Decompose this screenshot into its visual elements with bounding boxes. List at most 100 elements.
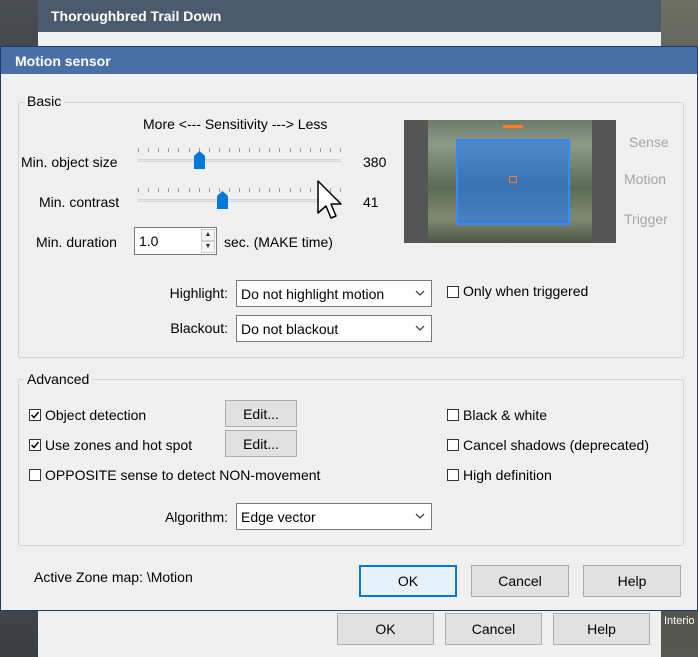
- min-duration-input[interactable]: [139, 231, 195, 251]
- use-zones-label: Use zones and hot spot: [45, 437, 193, 453]
- slider-tick: [300, 188, 301, 192]
- back-ok-button[interactable]: OK: [337, 613, 434, 645]
- slider-tick: [279, 188, 280, 192]
- algorithm-value: Edge vector: [241, 509, 316, 525]
- object-detection-checkbox[interactable]: [29, 409, 41, 421]
- chevron-down-icon: [415, 513, 425, 519]
- background-camera-label: Interio: [664, 615, 695, 627]
- motion-indicator: Motion: [624, 171, 667, 187]
- slider-tick: [189, 148, 190, 152]
- min-object-size-value: 380: [363, 154, 387, 170]
- min-object-size-label: Min. object size: [21, 154, 118, 170]
- chevron-down-icon: [415, 325, 425, 331]
- slider-thumb[interactable]: [194, 151, 205, 169]
- slider-tick: [290, 188, 291, 192]
- checkmark-icon: [30, 441, 40, 449]
- slider-tick: [279, 148, 280, 152]
- back-help-button[interactable]: Help: [553, 613, 650, 645]
- algorithm-label: Algorithm:: [164, 509, 228, 525]
- slider-thumb[interactable]: [217, 191, 228, 209]
- slider-tick: [168, 188, 169, 192]
- high-definition-checkbox[interactable]: [447, 469, 459, 481]
- camera-preview: [404, 120, 616, 243]
- object-detection-edit-button[interactable]: Edit...: [225, 400, 297, 427]
- slider-tick: [269, 188, 270, 192]
- slider-tick: [148, 148, 149, 152]
- use-zones-edit-button[interactable]: Edit...: [225, 430, 297, 457]
- slider-tick: [259, 148, 260, 152]
- object-detection-label: Object detection: [45, 407, 147, 423]
- slider-tick: [168, 148, 169, 152]
- slider-tick: [320, 148, 321, 152]
- help-button[interactable]: Help: [583, 565, 681, 597]
- advanced-legend: Advanced: [24, 371, 93, 387]
- only-when-triggered-checkbox[interactable]: [447, 286, 459, 298]
- slider-tick: [138, 188, 139, 192]
- cancel-shadows-label: Cancel shadows (deprecated): [463, 437, 649, 453]
- min-object-size-slider[interactable]: [138, 148, 341, 174]
- slider-tick: [300, 148, 301, 152]
- slider-tick: [239, 148, 240, 152]
- blackout-value: Do not blackout: [241, 321, 339, 337]
- slider-tick: [148, 188, 149, 192]
- highlight-label: Highlight:: [169, 285, 228, 301]
- back-window-titlebar: Thoroughbred Trail Down: [38, 0, 661, 32]
- dialog-title: Motion sensor: [15, 53, 111, 69]
- blackout-label: Blackout:: [170, 320, 228, 336]
- cancel-shadows-checkbox[interactable]: [447, 439, 459, 451]
- slider-tick: [138, 148, 139, 152]
- slider-tick: [178, 188, 179, 192]
- only-when-triggered-label: Only when triggered: [463, 283, 589, 299]
- use-zones-checkbox[interactable]: [29, 439, 41, 451]
- slider-tick: [290, 148, 291, 152]
- slider-tick: [178, 148, 179, 152]
- slider-tick: [158, 148, 159, 152]
- slider-tick: [340, 148, 341, 152]
- slider-track: [138, 159, 341, 162]
- sense-indicator: Sense: [629, 134, 669, 150]
- checkmark-icon: [30, 411, 40, 419]
- black-white-label: Black & white: [463, 407, 548, 423]
- high-definition-label: High definition: [463, 467, 552, 483]
- spin-down-icon[interactable]: ▼: [201, 241, 215, 253]
- slider-tick: [310, 148, 311, 152]
- back-cancel-button[interactable]: Cancel: [445, 613, 542, 645]
- slider-tick: [209, 148, 210, 152]
- min-contrast-slider[interactable]: [138, 188, 341, 214]
- min-duration-spinner[interactable]: ▲ ▼: [134, 227, 217, 255]
- slider-track: [138, 199, 341, 202]
- slider-tick: [249, 148, 250, 152]
- slider-tick: [209, 188, 210, 192]
- highlight-dropdown[interactable]: Do not highlight motion: [236, 280, 432, 307]
- opposite-sense-label: OPPOSITE sense to detect NON-movement: [45, 467, 321, 483]
- min-contrast-value: 41: [363, 194, 379, 210]
- basic-legend: Basic: [24, 93, 65, 109]
- hot-spot-marker: [509, 176, 517, 183]
- slider-tick: [229, 148, 230, 152]
- trigger-indicator: Trigger: [624, 211, 668, 227]
- dialog-titlebar[interactable]: Motion sensor: [1, 47, 697, 74]
- spinner-arrows: ▲ ▼: [201, 229, 215, 253]
- slider-tick: [330, 148, 331, 152]
- active-zone-map: Active Zone map: \Motion: [34, 569, 193, 585]
- blackout-dropdown[interactable]: Do not blackout: [236, 315, 432, 342]
- algorithm-dropdown[interactable]: Edge vector: [236, 503, 432, 530]
- mouse-pointer-icon: [317, 180, 342, 219]
- ok-button[interactable]: OK: [359, 565, 457, 597]
- sensitivity-header: More <--- Sensitivity ---> Less: [143, 116, 328, 132]
- highlight-value: Do not highlight motion: [241, 286, 385, 302]
- camera-preview-image: [428, 120, 592, 243]
- chevron-down-icon: [415, 290, 425, 296]
- slider-tick: [249, 188, 250, 192]
- slider-tick: [239, 188, 240, 192]
- slider-tick: [189, 188, 190, 192]
- cancel-button[interactable]: Cancel: [471, 565, 569, 597]
- opposite-sense-checkbox[interactable]: [29, 469, 41, 481]
- min-duration-unit: sec. (MAKE time): [224, 234, 333, 250]
- slider-tick: [269, 148, 270, 152]
- spin-up-icon[interactable]: ▲: [201, 229, 215, 241]
- black-white-checkbox[interactable]: [447, 409, 459, 421]
- slider-tick: [158, 188, 159, 192]
- slider-tick: [219, 148, 220, 152]
- motion-level-bar: [503, 125, 523, 128]
